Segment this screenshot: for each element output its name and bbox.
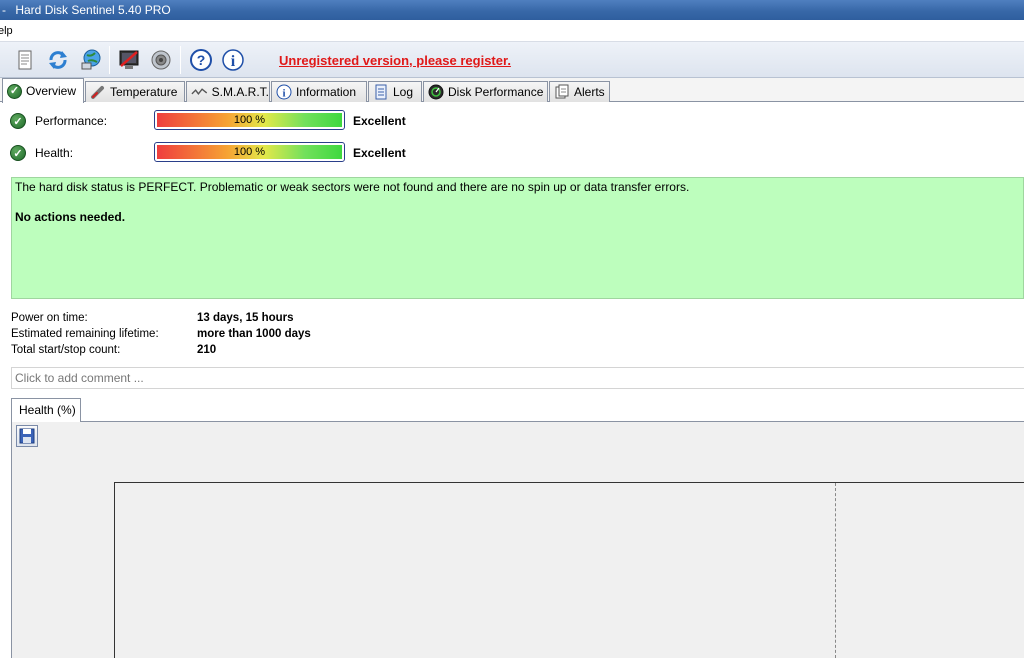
window-title-bar: - Hard Disk Sentinel 5.40 PRO xyxy=(0,0,1024,20)
tab-label: Alerts xyxy=(574,84,605,99)
start-stop-count-value: 210 xyxy=(197,344,217,356)
health-row: ✓ Health: xyxy=(10,142,73,164)
alerts-icon xyxy=(555,84,569,99)
check-icon: ✓ xyxy=(10,113,26,129)
status-message-box: The hard disk status is PERFECT. Problem… xyxy=(11,177,1024,299)
actions-message: No actions needed. xyxy=(15,210,126,224)
info-icon: i xyxy=(222,49,244,71)
tab-alerts[interactable]: Alerts xyxy=(549,81,610,102)
toolbar-separator xyxy=(180,46,181,74)
tab-label: Disk Performance xyxy=(448,84,544,99)
alert-monitor-button[interactable] xyxy=(116,47,142,73)
report-button[interactable] xyxy=(12,47,38,73)
health-rating: Excellent xyxy=(353,146,406,160)
tab-label: Log xyxy=(393,84,414,99)
remaining-lifetime-value: more than 1000 days xyxy=(197,328,311,340)
check-icon: ✓ xyxy=(10,145,26,161)
tab-health-chart[interactable]: Health (%) xyxy=(11,398,81,422)
menu-bar: elp xyxy=(0,20,1024,42)
comment-field[interactable]: Click to add comment ... xyxy=(11,367,1024,389)
window-title: Hard Disk Sentinel 5.40 PRO xyxy=(15,3,171,17)
smart-icon xyxy=(191,88,208,95)
tab-label: S.M.A.R.T. xyxy=(211,84,269,99)
network-globe-icon xyxy=(81,49,101,70)
performance-icon xyxy=(428,84,444,100)
tab-label: Temperature xyxy=(110,84,178,99)
save-icon xyxy=(19,428,35,444)
log-icon xyxy=(375,84,387,100)
thermometer-icon xyxy=(91,86,104,99)
alert-monitor-icon xyxy=(119,50,139,69)
svg-text:i: i xyxy=(231,53,236,70)
tab-smart[interactable]: S.M.A.R.T. xyxy=(186,81,270,102)
health-bar-fill: 100 % xyxy=(157,145,342,159)
chart-tabs: Health (%) xyxy=(11,398,1024,422)
svg-text:i: i xyxy=(282,88,285,100)
sound-button[interactable] xyxy=(148,47,174,73)
toolbar: ? i Unregistered version, please registe… xyxy=(0,42,1024,78)
check-icon: ✓ xyxy=(7,83,22,99)
tab-label: Information xyxy=(296,84,357,99)
network-button[interactable] xyxy=(78,47,104,73)
performance-bar: 100 % xyxy=(154,110,345,130)
tab-information[interactable]: i Information xyxy=(271,81,367,102)
remaining-lifetime-label: Estimated remaining lifetime: xyxy=(11,328,159,340)
status-message: The hard disk status is PERFECT. Problem… xyxy=(15,180,690,194)
help-icon: ? xyxy=(190,49,212,71)
save-chart-button[interactable] xyxy=(16,425,38,447)
health-percent: 100 % xyxy=(233,146,266,158)
performance-row: ✓ Performance: xyxy=(10,110,107,132)
svg-text:?: ? xyxy=(197,52,206,68)
performance-percent: 100 % xyxy=(233,114,266,126)
tab-log[interactable]: Log xyxy=(368,81,422,102)
power-on-time-label: Power on time: xyxy=(11,312,88,324)
health-chart-plot-area xyxy=(114,482,1024,658)
refresh-button[interactable] xyxy=(45,47,71,73)
tab-overview[interactable]: ✓ Overview xyxy=(2,78,84,103)
sound-icon xyxy=(151,50,171,70)
chart-marker-line xyxy=(835,483,836,658)
tab-disk-performance[interactable]: Disk Performance xyxy=(423,81,548,102)
report-icon xyxy=(18,50,32,70)
performance-label: Performance: xyxy=(35,114,108,128)
performance-bar-fill: 100 % xyxy=(157,113,342,127)
register-link[interactable]: Unregistered version, please register. xyxy=(279,53,511,68)
health-chart-panel xyxy=(11,422,1024,658)
tab-temperature[interactable]: Temperature xyxy=(85,81,185,102)
health-bar: 100 % xyxy=(154,142,345,162)
performance-rating: Excellent xyxy=(353,114,406,128)
help-button[interactable]: ? xyxy=(188,47,214,73)
power-on-time-value: 13 days, 15 hours xyxy=(197,312,294,324)
tab-label: Overview xyxy=(26,83,77,98)
menu-item-help[interactable]: elp xyxy=(0,20,13,42)
window-title-prefix: - xyxy=(2,3,6,17)
info-button[interactable]: i xyxy=(220,47,246,73)
health-label: Health: xyxy=(35,146,74,160)
main-tabs: ✓ Overview Temperature S.M.A.R.T. i Info… xyxy=(0,78,1024,103)
refresh-icon xyxy=(49,51,67,69)
start-stop-count-label: Total start/stop count: xyxy=(11,344,121,356)
info-icon: i xyxy=(276,84,292,100)
toolbar-separator xyxy=(109,46,110,74)
